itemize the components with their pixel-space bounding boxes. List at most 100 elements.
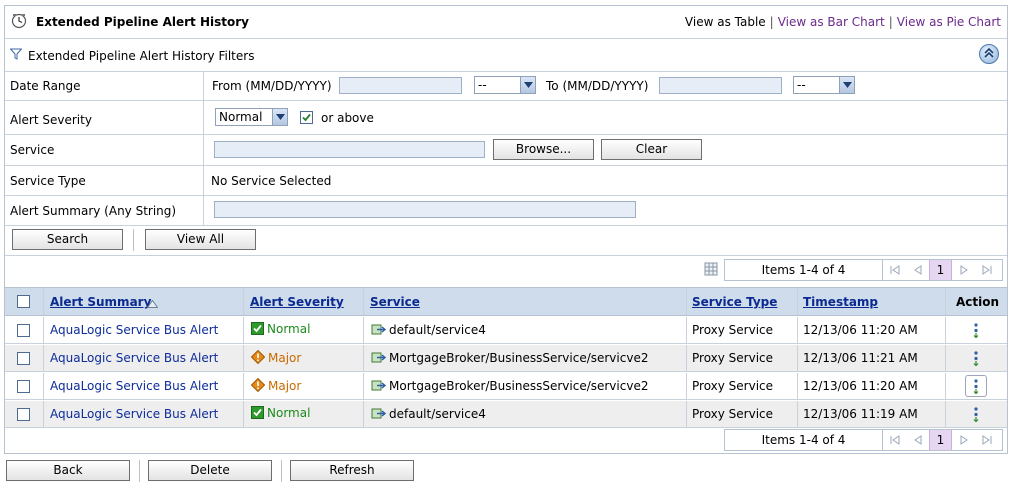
- column-divider: [43, 345, 44, 371]
- service-type-value: No Service Selected: [211, 174, 332, 188]
- button-separator: [281, 460, 282, 482]
- column-divider: [686, 401, 687, 427]
- column-alert-summary[interactable]: Alert Summary: [50, 295, 151, 309]
- column-divider: [797, 317, 798, 343]
- service-cell: default/service4: [371, 407, 486, 423]
- divider: [5, 255, 1007, 256]
- search-button[interactable]: Search: [12, 229, 123, 250]
- column-timestamp[interactable]: Timestamp: [803, 295, 878, 309]
- service-input[interactable]: [214, 141, 485, 158]
- action-menu-icon[interactable]: [971, 322, 981, 342]
- column-divider: [43, 317, 44, 343]
- clock-icon: [11, 13, 27, 32]
- previous-page-icon[interactable]: [906, 260, 929, 280]
- chevron-down-icon: [272, 109, 287, 125]
- first-page-icon[interactable]: [883, 260, 906, 280]
- warning-diamond-icon: [250, 377, 266, 395]
- divider: [5, 225, 1007, 226]
- clear-button[interactable]: Clear: [601, 139, 702, 160]
- column-divider: [43, 288, 44, 315]
- alert-summary-link[interactable]: AquaLogic Service Bus Alert: [50, 379, 218, 393]
- column-divider: [686, 288, 687, 315]
- to-date-input[interactable]: [659, 77, 782, 94]
- chevron-down-icon: [520, 77, 535, 93]
- column-divider: [203, 101, 204, 134]
- view-separator: |: [769, 15, 774, 29]
- current-page[interactable]: 1: [929, 260, 952, 280]
- row-checkbox[interactable]: [17, 408, 30, 421]
- alert-summary-link[interactable]: AquaLogic Service Bus Alert: [50, 323, 218, 337]
- column-divider: [243, 317, 244, 343]
- alert-summary-link[interactable]: AquaLogic Service Bus Alert: [50, 351, 218, 365]
- delete-button[interactable]: Delete: [148, 460, 272, 481]
- from-label: From (MM/DD/YYYY): [212, 79, 332, 93]
- severity-text: Major: [268, 351, 302, 365]
- row-checkbox[interactable]: [17, 324, 30, 337]
- row-checkbox[interactable]: [17, 352, 30, 365]
- table-row: AquaLogic Service Bus Alert Normal defau…: [5, 317, 1007, 344]
- column-divider: [945, 373, 946, 399]
- alert-summary-input[interactable]: [214, 201, 636, 218]
- check-icon: [251, 406, 264, 422]
- view-as-table-current: View as Table: [684, 15, 766, 29]
- or-above-checkbox[interactable]: [300, 111, 313, 124]
- column-divider: [43, 401, 44, 427]
- service-text: MortgageBroker/BusinessService/servicve2: [389, 379, 649, 393]
- sort-ascending-icon[interactable]: [146, 297, 159, 311]
- table-settings-icon[interactable]: [704, 262, 718, 279]
- collapse-filters-button[interactable]: [979, 44, 999, 64]
- alert-summary-link[interactable]: AquaLogic Service Bus Alert: [50, 407, 218, 421]
- last-page-icon[interactable]: [975, 260, 998, 280]
- column-divider: [203, 72, 204, 100]
- view-as-bar-chart-link[interactable]: View as Bar Chart: [778, 15, 885, 29]
- column-action: Action: [956, 295, 1000, 309]
- column-divider: [243, 345, 244, 371]
- column-service-type[interactable]: Service Type: [692, 295, 777, 309]
- first-page-icon[interactable]: [883, 430, 906, 450]
- next-page-icon[interactable]: [952, 430, 975, 450]
- double-chevron-up-icon: [983, 47, 995, 62]
- column-divider: [945, 317, 946, 343]
- previous-page-icon[interactable]: [906, 430, 929, 450]
- from-time-select[interactable]: --: [474, 76, 536, 94]
- row-checkbox[interactable]: [17, 380, 30, 393]
- action-menu-icon[interactable]: [971, 350, 981, 370]
- view-as-pie-chart-link[interactable]: View as Pie Chart: [897, 15, 1001, 29]
- to-time-select[interactable]: --: [793, 76, 855, 94]
- column-service[interactable]: Service: [370, 295, 420, 309]
- alert-severity-label: Alert Severity: [10, 113, 92, 127]
- action-menu-icon[interactable]: [971, 406, 981, 426]
- browse-button[interactable]: Browse...: [493, 139, 594, 160]
- from-date-input[interactable]: [339, 77, 462, 94]
- service-type-cell: Proxy Service: [692, 407, 774, 421]
- next-page-icon[interactable]: [952, 260, 975, 280]
- chevron-down-icon: [839, 77, 854, 93]
- timestamp-cell: 12/13/06 11:19 AM: [803, 407, 918, 421]
- column-alert-severity[interactable]: Alert Severity: [250, 295, 344, 309]
- items-count: Items 1-4 of 4: [725, 260, 883, 280]
- current-page[interactable]: 1: [929, 430, 952, 450]
- last-page-icon[interactable]: [975, 430, 998, 450]
- timestamp-cell: 12/13/06 11:20 AM: [803, 323, 918, 337]
- column-divider: [243, 401, 244, 427]
- alert-history-panel: Extended Pipeline Alert History View as …: [4, 5, 1008, 454]
- view-all-button[interactable]: View All: [145, 229, 256, 250]
- back-button[interactable]: Back: [6, 460, 130, 481]
- column-divider: [797, 373, 798, 399]
- column-divider: [363, 373, 364, 399]
- column-divider: [797, 288, 798, 315]
- column-divider: [686, 317, 687, 343]
- severity-select[interactable]: Normal: [215, 108, 288, 126]
- severity-cell: Major: [250, 377, 301, 395]
- select-all-checkbox[interactable]: [17, 295, 30, 308]
- pager-top: Items 1-4 of 4 1: [724, 259, 1003, 281]
- severity-cell: Normal: [251, 406, 310, 422]
- action-menu-icon[interactable]: [965, 375, 987, 397]
- refresh-button[interactable]: Refresh: [290, 460, 414, 481]
- alert-severity-row: Alert Severity Normal or above: [5, 101, 1007, 134]
- service-type-label: Service Type: [10, 174, 86, 188]
- view-separator: |: [888, 15, 893, 29]
- column-divider: [363, 401, 364, 427]
- service-type-row: Service Type No Service Selected: [5, 166, 1007, 195]
- page: Extended Pipeline Alert History View as …: [0, 0, 1018, 484]
